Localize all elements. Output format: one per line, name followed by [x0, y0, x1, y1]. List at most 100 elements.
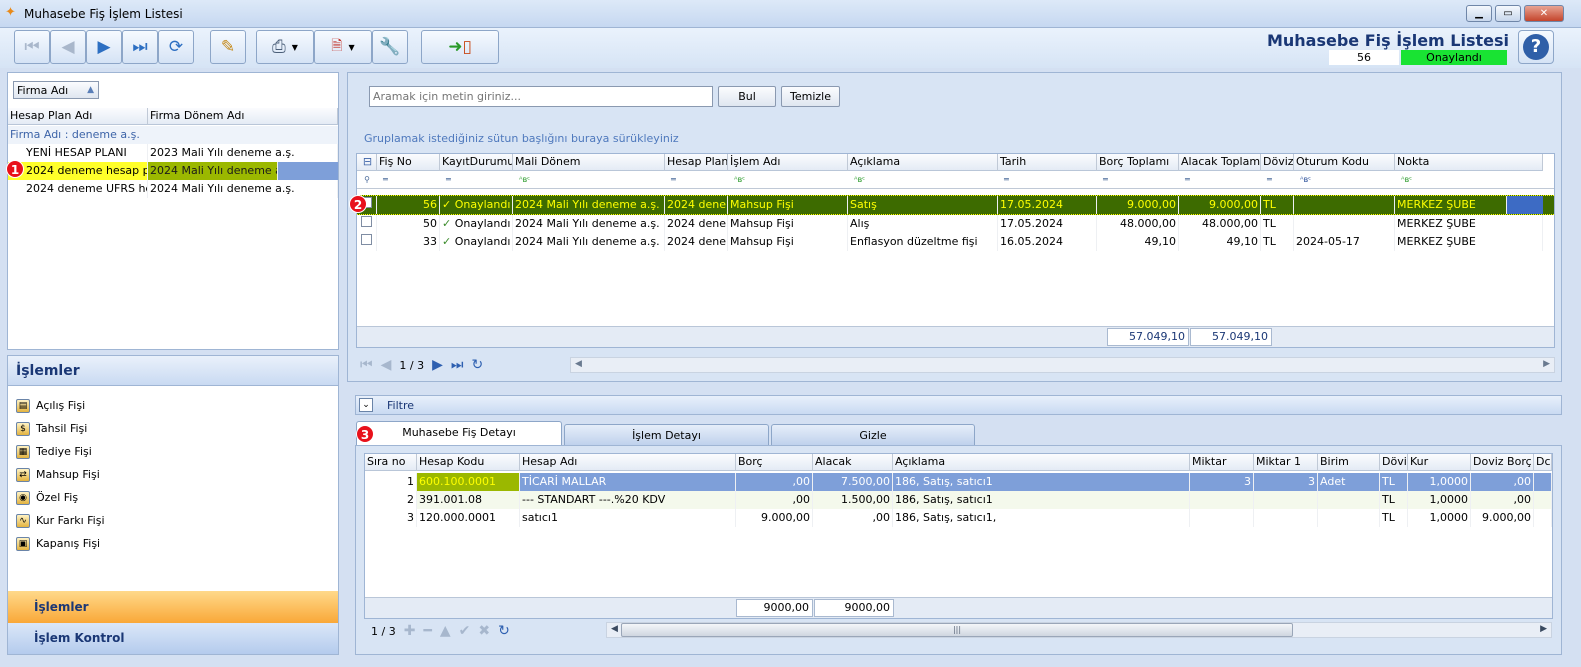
row-checkbox[interactable]: [357, 215, 377, 233]
scroll-left-icon[interactable]: ◀: [575, 359, 582, 369]
table-row-selected[interactable]: 56 ✓ Onaylandı 2024 Mali Yılı deneme a.ş…: [357, 195, 1554, 215]
col-hesap-kodu[interactable]: Hesap Kodu: [417, 454, 520, 471]
col-hesap-adi[interactable]: Hesap Adı: [520, 454, 736, 471]
menu-tediye-fisi[interactable]: ▦ Tediye Fişi: [12, 440, 332, 463]
col-miktar-1[interactable]: Miktar 1: [1254, 454, 1318, 471]
col-nokta[interactable]: Nokta: [1395, 154, 1543, 171]
first-record-button[interactable]: ⏮: [14, 30, 50, 64]
clear-button[interactable]: Temizle: [781, 86, 840, 107]
col-islem-adi[interactable]: İşlem Adı: [728, 154, 848, 171]
record-number: 56: [1329, 50, 1399, 65]
tab-islem-detayi[interactable]: İşlem Detayı: [564, 424, 769, 446]
col-fis-no[interactable]: Fiş No: [377, 154, 440, 171]
confirm-icon[interactable]: ✔: [459, 623, 471, 639]
col-borc[interactable]: Borç: [736, 454, 813, 471]
table-row[interactable]: 2 391.001.08 --- STANDART ---.%20 KDV ,0…: [365, 491, 1552, 509]
remove-row-icon[interactable]: ━: [423, 623, 431, 639]
prev-record-button[interactable]: ◀: [50, 30, 86, 64]
tab-muhasebe-fis-detayi[interactable]: Muhasebe Fiş Detayı: [356, 421, 562, 445]
col-doviz[interactable]: Döviz: [1380, 454, 1408, 471]
add-row-icon[interactable]: ✚: [404, 623, 416, 639]
filter-row[interactable]: ⚲ ═ ═ ᴬʙᶜ ═ ᴬʙᶜ ᴬʙᶜ ═ ═ ═ ═ ᴬʙᶜ ᴬʙᶜ: [357, 171, 1554, 189]
col-oturum-kodu[interactable]: Oturum Kodu: [1294, 154, 1395, 171]
nav-islem-kontrol[interactable]: İşlem Kontrol: [8, 623, 338, 654]
col-tarih[interactable]: Tarih: [998, 154, 1097, 171]
table-row-selected[interactable]: 2024 deneme hesap plan 2024 Mali Yılı de…: [8, 162, 338, 180]
close-button[interactable]: ✕: [1524, 5, 1564, 22]
menu-kapanis-fisi[interactable]: ▣ Kapanış Fişi: [12, 532, 332, 555]
cell: Enflasyon düzeltme fişi: [848, 233, 998, 251]
menu-tahsil-fisi[interactable]: $ Tahsil Fişi: [12, 417, 332, 440]
menu-mahsup-fisi[interactable]: ⇄ Mahsup Fişi: [12, 463, 332, 486]
settings-button[interactable]: 🔧: [372, 30, 408, 64]
checkbox-icon: ⊟: [362, 155, 373, 168]
scroll-right-icon[interactable]: ▶: [1543, 359, 1550, 369]
expand-icon[interactable]: ⌄: [359, 398, 373, 412]
exit-button[interactable]: ➜ ▯: [421, 30, 499, 64]
table-row-selected[interactable]: 1 600.100.0001 TİCARİ MALLAR ,00 7.500,0…: [365, 473, 1552, 491]
col-birim[interactable]: Birim: [1318, 454, 1380, 471]
move-up-icon[interactable]: ▲: [440, 623, 451, 639]
scroll-right-icon[interactable]: ▶: [1540, 624, 1547, 634]
col-firma-donem-adi[interactable]: Firma Dönem Adı: [148, 108, 338, 125]
first-page-icon[interactable]: ⏮: [360, 357, 373, 373]
cell: 1,0000: [1408, 491, 1471, 509]
detail-sum-borc: 9000,00: [736, 599, 813, 617]
menu-ozel-fis[interactable]: ◉ Özel Fiş: [12, 486, 332, 509]
col-alacak[interactable]: Alacak: [813, 454, 893, 471]
scroll-left-icon[interactable]: ◀: [611, 624, 618, 634]
detail-hscrollbar[interactable]: ◀ ||| ▶: [606, 622, 1552, 638]
tediye-icon: ▦: [16, 444, 30, 459]
edit-button[interactable]: ✎: [210, 30, 246, 64]
scroll-thumb[interactable]: |||: [621, 623, 1293, 637]
menu-label: Kapanış Fişi: [36, 537, 101, 550]
col-aciklama[interactable]: Açıklama: [893, 454, 1190, 471]
col-sira-no[interactable]: Sıra no: [365, 454, 417, 471]
row-checkbox[interactable]: [357, 233, 377, 251]
col-kayit-durumu[interactable]: KayıtDurumu: [440, 154, 513, 171]
help-button[interactable]: ?: [1518, 30, 1554, 64]
filter-bar[interactable]: ⌄ Filtre: [355, 395, 1562, 415]
select-all-checkbox[interactable]: ⊟: [357, 154, 377, 171]
next-record-button[interactable]: ▶: [86, 30, 122, 64]
table-row[interactable]: 33 ✓ Onaylandı 2024 Mali Yılı deneme a.ş…: [357, 233, 1554, 251]
cancel-icon[interactable]: ✖: [478, 623, 490, 639]
last-record-button[interactable]: ⏭: [122, 30, 158, 64]
print-button[interactable]: ⎙ ▼: [256, 30, 314, 64]
col-miktar[interactable]: Miktar: [1190, 454, 1254, 471]
cell: 7.500,00: [813, 473, 893, 491]
menu-kur-farki-fisi[interactable]: ∿ Kur Farkı Fişi: [12, 509, 332, 532]
export-button[interactable]: 🗎 ▼: [314, 30, 372, 64]
last-page-icon[interactable]: ⏭: [451, 357, 464, 373]
group-by-combo[interactable]: Firma Adı ▲: [13, 81, 99, 99]
minimize-button[interactable]: ▁: [1466, 5, 1492, 22]
col-aciklama[interactable]: Açıklama: [848, 154, 998, 171]
tab-gizle[interactable]: Gizle: [771, 424, 975, 446]
search-input[interactable]: [369, 86, 713, 107]
col-doviz-borc[interactable]: Doviz Borç: [1471, 454, 1534, 471]
refresh-detail-icon[interactable]: ↻: [498, 623, 510, 639]
table-row[interactable]: 2024 deneme UFRS hesa 2024 Mali Yılı den…: [8, 180, 338, 198]
col-mali-donem[interactable]: Mali Dönem: [513, 154, 665, 171]
maximize-button[interactable]: ▭: [1495, 5, 1521, 22]
col-alacak-toplami[interactable]: Alacak Toplamı: [1179, 154, 1261, 171]
refresh-button[interactable]: ⟳: [158, 30, 194, 64]
table-row[interactable]: 50 ✓ Onaylandı 2024 Mali Yılı deneme a.ş…: [357, 215, 1554, 233]
main-hscrollbar[interactable]: ◀ ▶: [570, 357, 1555, 373]
table-row[interactable]: 3 120.000.0001 satıcı1 9.000,00 ,00 186,…: [365, 509, 1552, 527]
col-borc-toplami[interactable]: Borç Toplamı: [1097, 154, 1179, 171]
table-row[interactable]: YENİ HESAP PLANI 2023 Mali Yılı deneme a…: [8, 144, 338, 162]
nav-islemler[interactable]: İşlemler: [8, 591, 338, 623]
find-button[interactable]: Bul: [718, 86, 776, 107]
col-doviz[interactable]: Döviz: [1261, 154, 1294, 171]
col-hesap-plan-adi[interactable]: Hesap Plan Adı: [8, 108, 148, 125]
col-hesap-plani[interactable]: Hesap Planı: [665, 154, 728, 171]
next-page-icon[interactable]: ▶: [432, 357, 443, 373]
prev-page-icon[interactable]: ◀: [381, 357, 392, 373]
group-row[interactable]: Firma Adı : deneme a.ş.: [8, 126, 338, 144]
refresh-page-icon[interactable]: ↻: [471, 357, 483, 373]
cell: 3: [1254, 473, 1318, 491]
col-kur[interactable]: Kur: [1408, 454, 1471, 471]
menu-acilis-fisi[interactable]: ▤ Açılış Fişi: [12, 394, 332, 417]
col-dc[interactable]: Dc: [1534, 454, 1552, 471]
